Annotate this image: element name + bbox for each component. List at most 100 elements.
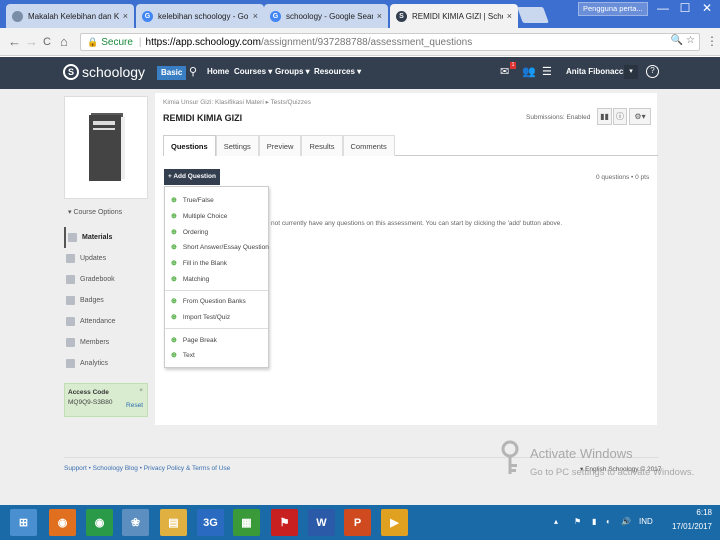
attendance-icon <box>66 317 75 326</box>
battery-icon[interactable]: ▮ <box>592 517 596 526</box>
search-icon[interactable]: ⚲ <box>189 65 197 78</box>
lock-icon: 🔒 <box>87 36 99 47</box>
home-icon[interactable]: ⌂ <box>60 34 68 50</box>
course-picture <box>64 96 148 199</box>
dropdown-item-ordering[interactable]: ⊕ Ordering <box>171 228 208 237</box>
tab-label: schoology - Google Sear <box>286 11 373 21</box>
tray-expand-icon[interactable]: ▴ <box>554 517 558 526</box>
tab-results[interactable]: Results <box>301 135 343 156</box>
dropdown-item-text[interactable]: ⊕ Text <box>171 351 195 360</box>
nav-resources[interactable]: Resources ▾ <box>314 67 361 76</box>
nav-groups[interactable]: Groups ▾ <box>275 67 310 76</box>
new-tab-button[interactable] <box>517 7 549 23</box>
acrobat-icon[interactable]: ⚑ <box>271 509 298 536</box>
network-icon[interactable]: ◐ <box>606 517 611 526</box>
tab-settings[interactable]: Settings <box>215 135 259 156</box>
sidebar-item-gradebook[interactable]: Gradebook <box>64 269 148 290</box>
course-options-menu[interactable]: ▾ Course Options <box>68 208 122 216</box>
add-question-button[interactable]: + Add Question <box>164 169 220 185</box>
powerpoint-icon[interactable]: P <box>344 509 371 536</box>
browser-tab[interactable]: G kelebihan schoology - Go × <box>136 4 264 28</box>
nav-home[interactable]: Home <box>207 67 229 76</box>
browser-tab[interactable]: Makalah Kelebihan dan K × <box>6 4 134 28</box>
browser-tabstrip: Makalah Kelebihan dan K × G kelebihan sc… <box>0 0 720 28</box>
dropdown-item-fill-blank[interactable]: ⊕ Fill in the Blank <box>171 259 227 268</box>
sidebar-item-badges[interactable]: Badges <box>64 290 148 311</box>
tab-label: kelebihan schoology - Go <box>158 11 249 21</box>
tab-close-icon[interactable]: × <box>507 11 512 21</box>
plus-icon: ⊕ <box>171 229 177 236</box>
user-menu-caret-icon[interactable]: ▾ <box>624 65 638 79</box>
back-arrow-icon[interactable]: ← <box>8 34 21 50</box>
sidebar-item-analytics[interactable]: Analytics <box>64 353 148 374</box>
dropdown-item-multiple-choice[interactable]: ⊕ Multiple Choice <box>171 212 227 221</box>
browser-menu-icon[interactable]: ⋮ <box>706 34 718 48</box>
clock-time: 6:18 <box>696 508 712 517</box>
messages-icon[interactable]: ✉ <box>500 65 509 78</box>
start-icon[interactable]: ⊞ <box>10 509 37 536</box>
plus-icon: ⊕ <box>171 298 177 305</box>
sidebar-item-updates[interactable]: Updates <box>64 248 148 269</box>
dropdown-item-true-false[interactable]: ⊕ True/False <box>171 196 214 205</box>
schoology-logo[interactable]: S schoology <box>63 64 145 80</box>
settings-gear-icon[interactable]: ⚙▾ <box>629 108 651 125</box>
action-center-icon[interactable]: ⚑ <box>574 517 581 526</box>
tab-preview[interactable]: Preview <box>258 135 302 156</box>
dropdown-divider <box>165 290 268 291</box>
tab-close-icon[interactable]: × <box>123 11 128 21</box>
url-input[interactable]: 🔒 Secure | https://app.schoology.com /as… <box>80 33 700 51</box>
access-code-title: Access Code <box>68 389 109 396</box>
stats-icon[interactable]: ▮▮ <box>597 108 612 125</box>
input-language[interactable]: IND <box>639 517 653 526</box>
dropdown-item-question-banks[interactable]: ⊕ From Question Banks <box>171 297 246 306</box>
dropdown-item-short-answer[interactable]: ⊕ Short Answer/Essay Question <box>171 243 269 252</box>
tab-close-icon[interactable]: × <box>253 11 258 21</box>
reload-icon[interactable]: C <box>43 34 51 50</box>
minimize-icon[interactable]: — <box>652 0 674 16</box>
requests-icon[interactable]: 👥 <box>522 65 536 78</box>
dropdown-item-matching[interactable]: ⊕ Matching <box>171 275 209 284</box>
access-code-reset-link[interactable]: Reset <box>126 402 143 409</box>
media-icon[interactable]: ▶ <box>381 509 408 536</box>
word-icon[interactable]: W <box>308 509 335 536</box>
tab-comments[interactable]: Comments <box>342 135 395 156</box>
volume-icon[interactable]: 🔊 <box>621 517 631 526</box>
nav-courses[interactable]: Courses ▾ <box>234 67 272 76</box>
info-icon[interactable]: ⓘ <box>613 108 627 125</box>
notifications-icon[interactable]: ☰ <box>542 65 552 78</box>
browser-tab[interactable]: G schoology - Google Sear × <box>264 4 388 28</box>
close-icon[interactable]: × <box>139 387 143 394</box>
user-name[interactable]: Anita Fibonacci <box>566 67 626 76</box>
app-icon[interactable]: ❀ <box>122 509 149 536</box>
apps-grid-icon[interactable]: ▦ <box>233 509 260 536</box>
firefox-icon[interactable]: ◉ <box>49 509 76 536</box>
sidebar-item-attendance[interactable]: Attendance <box>64 311 148 332</box>
zoom-bookmark-icon[interactable]: 🔍 ☆ <box>671 35 695 46</box>
3g-icon[interactable]: 3G <box>197 509 224 536</box>
browser-tab-active[interactable]: S REMIDI KIMIA GIZI | Scho × <box>390 4 518 28</box>
dropdown-item-import-quiz[interactable]: ⊕ Import Test/Quiz <box>171 313 230 322</box>
logo-text: schoology <box>82 64 146 80</box>
browser-user-badge[interactable]: Pengguna perta... <box>578 2 648 16</box>
sidebar-item-members[interactable]: Members <box>64 332 148 353</box>
tab-questions[interactable]: Questions <box>163 135 216 156</box>
activate-windows-watermark: Activate Windows Go to PC settings to ac… <box>500 440 700 490</box>
assessment-tabs: Questions Settings Preview Results Comme… <box>163 135 658 156</box>
footer-links[interactable]: Support • Schoology Blog • Privacy Polic… <box>64 465 230 472</box>
maximize-icon[interactable]: ☐ <box>674 0 696 16</box>
window-close-icon[interactable]: ✕ <box>696 0 718 16</box>
dropdown-item-page-break[interactable]: ⊕ Page Break <box>171 336 217 345</box>
watermark-subtitle: Go to PC settings to activate Windows. <box>530 467 695 478</box>
forward-arrow-icon[interactable]: → <box>25 34 38 50</box>
chrome-icon[interactable]: ◉ <box>86 509 113 536</box>
folder-icon[interactable]: ▤ <box>160 509 187 536</box>
members-icon <box>66 338 75 347</box>
help-icon[interactable]: ? <box>646 65 659 78</box>
breadcrumb[interactable]: Kimia Unsur Gizi: Klasifikasi Materi ▸ T… <box>163 98 311 106</box>
plus-icon: ⊕ <box>171 352 177 359</box>
sidebar-item-materials[interactable]: Materials <box>64 227 148 248</box>
page-title: REMIDI KIMIA GIZI <box>163 113 243 123</box>
tab-close-icon[interactable]: × <box>377 11 382 21</box>
taskbar-clock[interactable]: 6:18 17/01/2017 <box>662 506 712 534</box>
tab-label: REMIDI KIMIA GIZI | Scho <box>412 11 503 21</box>
